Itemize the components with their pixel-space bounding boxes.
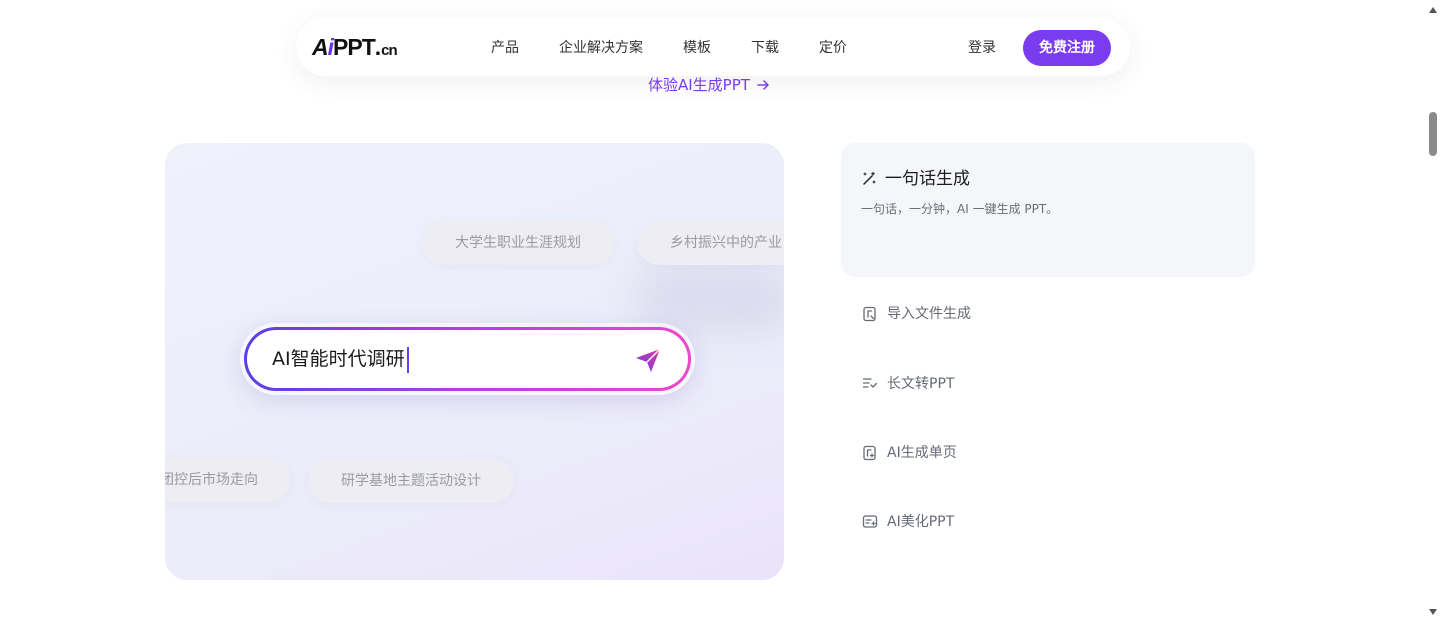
feature-label: AI美化PPT: [887, 514, 955, 530]
logo-ppt: PPT: [333, 34, 376, 60]
prompt-value: AI智能时代调研: [272, 348, 405, 370]
logo-dot: .: [374, 34, 381, 60]
feature-label: 导入文件生成: [887, 306, 971, 322]
top-navbar: Ai PPT. cn 产品 企业解决方案 模板 下载 定价 登录 免费注册: [296, 18, 1130, 76]
feature-import-file[interactable]: 导入文件生成: [862, 304, 971, 324]
hero-demo-card: 大学生职业生涯规划 乡村振兴中的产业 团控后市场走向 研学基地主题活动设计 AI…: [165, 143, 784, 580]
nav-enterprise-solutions[interactable]: 企业解决方案: [559, 38, 643, 58]
nav-links: 产品 企业解决方案 模板 下载 定价: [491, 38, 887, 58]
suggestion-chip[interactable]: 乡村振兴中的产业: [637, 221, 784, 265]
suggestion-chip[interactable]: 大学生职业生涯规划: [422, 221, 614, 265]
suggestion-chip[interactable]: 团控后市场走向: [165, 458, 291, 502]
scroll-thumb[interactable]: [1429, 112, 1437, 156]
scroll-up-arrow-icon[interactable]: [1429, 7, 1437, 13]
feature-beautify[interactable]: AI美化PPT: [862, 512, 954, 532]
feature-description: 一句话，一分钟，AI 一键生成 PPT。: [861, 202, 1059, 216]
prompt-input-wrapper: AI智能时代调研: [240, 323, 695, 395]
prompt-input-border: AI智能时代调研: [244, 327, 691, 391]
scroll-down-arrow-icon[interactable]: [1429, 609, 1437, 615]
try-ai-ppt-link[interactable]: 体验AI生成PPT: [648, 74, 770, 95]
nav-templates[interactable]: 模板: [683, 38, 711, 58]
page-scrollbar[interactable]: [1426, 0, 1440, 620]
logo-cn: cn: [381, 42, 397, 59]
magic-wand-icon: [863, 171, 876, 185]
beautify-icon: [862, 515, 878, 528]
feature-label: AI生成单页: [887, 445, 957, 461]
feature-single-page[interactable]: AI生成单页: [862, 443, 957, 463]
signup-button[interactable]: 免费注册: [1023, 30, 1111, 66]
arrow-right-icon: [757, 79, 769, 90]
login-link[interactable]: 登录: [968, 38, 996, 58]
nav-pricing[interactable]: 定价: [819, 38, 847, 58]
single-page-icon: [863, 445, 876, 461]
paper-plane-icon[interactable]: [634, 346, 662, 374]
try-link-label: 体验AI生成PPT: [648, 76, 750, 94]
feature-one-sentence[interactable]: 一句话生成 一句话，一分钟，AI 一键生成 PPT。: [841, 143, 1255, 277]
feature-title: 一句话生成: [885, 169, 970, 189]
feature-label: 长文转PPT: [887, 376, 955, 392]
suggestion-chip[interactable]: 研学基地主题活动设计: [308, 459, 514, 503]
text-convert-icon: [862, 378, 878, 388]
nav-products[interactable]: 产品: [491, 38, 519, 58]
logo-letter-a: A: [312, 34, 329, 60]
feature-long-text[interactable]: 长文转PPT: [862, 374, 954, 394]
aippt-logo[interactable]: Ai PPT. cn: [312, 34, 398, 62]
prompt-text-wrap: AI智能时代调研: [272, 344, 409, 374]
feature-title-row: 一句话生成: [861, 168, 970, 190]
nav-download[interactable]: 下载: [751, 38, 779, 58]
prompt-input[interactable]: AI智能时代调研: [247, 330, 688, 388]
text-caret: [406, 346, 409, 373]
file-import-icon: [863, 306, 876, 322]
